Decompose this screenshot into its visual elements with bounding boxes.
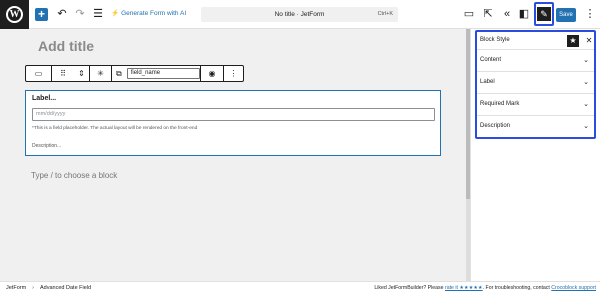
ai-wand-icon: ⚡ — [111, 10, 120, 17]
field-name-input[interactable]: field_name — [126, 68, 200, 79]
undo-icon[interactable]: ↶ — [55, 6, 69, 22]
block-appender[interactable]: Type / to choose a block — [31, 171, 117, 180]
troubleshoot-text: . For troubleshooting, contact — [482, 285, 550, 291]
chevron-down-icon: ⌄ — [583, 57, 589, 64]
breadcrumb-item[interactable]: Advanced Date Field — [40, 285, 91, 291]
generate-form-ai-label: Generate Form with AI — [121, 9, 187, 17]
wordpress-logo-button[interactable]: W — [0, 0, 29, 29]
command-shortcut: Ctrl+K — [377, 11, 393, 17]
placeholder-note: *This is a field placeholder. The actual… — [32, 126, 198, 131]
section-required-mark[interactable]: Required Mark ⌄ — [477, 94, 594, 116]
save-button[interactable]: Save — [556, 8, 576, 22]
block-style-panel: Block Style ★ ✕ Content ⌄ Label ⌄ Requir… — [475, 30, 596, 139]
copy-icon[interactable]: ⧉ — [116, 69, 122, 79]
field-name-group: ⧉ field_name — [112, 66, 200, 81]
breadcrumb: JetForm › Advanced Date Field — [6, 285, 91, 291]
visibility-eye-icon[interactable]: ◉ — [200, 66, 224, 81]
move-updown-icon[interactable]: ⇕ — [74, 66, 90, 81]
editor-top-bar: W + ↶ ↷ ☰ ⚡ Generate Form with AI No tit… — [0, 0, 600, 29]
drag-handle-icon[interactable]: ⠿ — [52, 66, 74, 81]
rate-link[interactable]: rate it ★★★★★ — [445, 285, 483, 291]
wordpress-logo-icon: W — [6, 6, 23, 23]
section-content[interactable]: Content ⌄ — [477, 50, 594, 72]
block-options-icon[interactable]: ⋮ — [224, 66, 243, 81]
section-label: Label — [480, 79, 495, 85]
editor-canvas: Add title ▭ ⠿ ⇕ ✳ ⧉ field_name ◉ ⋮ Label… — [0, 29, 470, 281]
required-asterisk-icon[interactable]: ✳ — [90, 66, 112, 81]
view-external-icon[interactable]: ⇱ — [481, 6, 495, 22]
footer-rating-notice: Liked JetFormBuilder? Please rate it ★★★… — [374, 285, 596, 291]
chevron-down-icon: ⌄ — [583, 79, 589, 86]
generate-form-ai-button[interactable]: ⚡ Generate Form with AI — [111, 9, 187, 18]
editor-footer: JetForm › Advanced Date Field Liked JetFor… — [0, 281, 600, 294]
panel-header: Block Style ★ ✕ — [477, 32, 594, 50]
block-type-icon[interactable]: ▭ — [26, 66, 52, 81]
redo-icon[interactable]: ↷ — [73, 6, 87, 22]
section-description[interactable]: Description ⌄ — [477, 116, 594, 138]
section-label: Description — [480, 123, 511, 129]
add-block-button[interactable]: + — [35, 8, 48, 21]
date-input-placeholder: mm/dd/yyyy — [32, 108, 435, 121]
document-overview-icon[interactable]: ☰ — [91, 6, 105, 22]
field-label[interactable]: Label... — [32, 95, 56, 102]
section-label: Required Mark — [480, 101, 520, 107]
breadcrumb-separator-icon: › — [32, 285, 35, 291]
section-label: Content — [480, 57, 502, 63]
styles-pen-button[interactable]: ✎ — [534, 2, 554, 26]
collapse-arrows-icon[interactable]: « — [500, 6, 514, 22]
desktop-preview-icon[interactable]: ▭ — [462, 6, 476, 22]
liked-text: Liked JetFormBuilder? Please — [374, 285, 444, 291]
section-label-settings[interactable]: Label ⌄ — [477, 72, 594, 94]
date-field-block[interactable]: Label... mm/dd/yyyy *This is a field pla… — [25, 90, 441, 156]
pen-icon: ✎ — [537, 7, 551, 21]
support-link[interactable]: Crocoblock support — [551, 285, 596, 291]
field-description[interactable]: Description... — [32, 143, 61, 149]
chevron-down-icon: ⌄ — [583, 123, 589, 130]
close-icon[interactable]: ✕ — [584, 35, 594, 47]
chevron-down-icon: ⌄ — [583, 101, 589, 108]
settings-panel-icon[interactable]: ◧ — [517, 6, 531, 22]
settings-sidebar: Block Style ★ ✕ Content ⌄ Label ⌄ Requir… — [470, 29, 600, 281]
star-icon[interactable]: ★ — [567, 35, 579, 47]
breadcrumb-item[interactable]: JetForm — [6, 285, 26, 291]
document-title: No title · JetForm — [274, 11, 325, 18]
block-toolbar: ▭ ⠿ ⇕ ✳ ⧉ field_name ◉ ⋮ — [25, 65, 244, 82]
more-options-icon[interactable]: ⋮ — [583, 6, 597, 22]
panel-title: Block Style — [480, 37, 510, 43]
document-title-bar[interactable]: No title · JetForm Ctrl+K — [201, 7, 398, 22]
page-title[interactable]: Add title — [38, 38, 94, 54]
